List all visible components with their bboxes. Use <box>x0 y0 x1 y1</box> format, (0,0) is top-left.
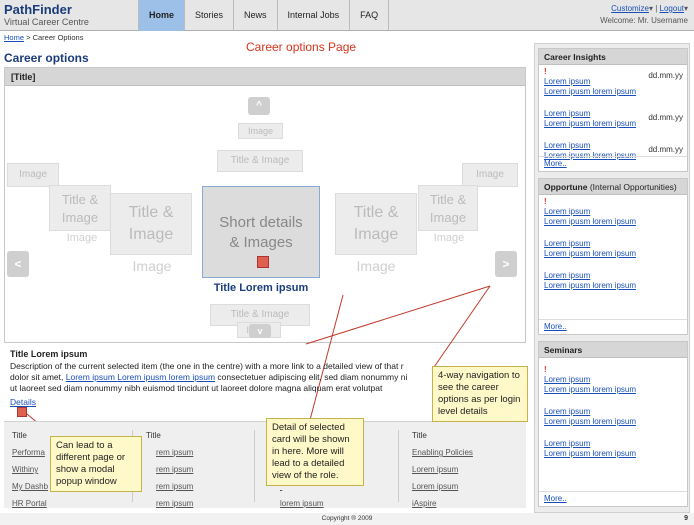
more-link[interactable]: More.. <box>544 159 567 168</box>
footer-link[interactable]: Enabling Policies <box>412 444 473 461</box>
footer-link[interactable]: Withiny <box>12 461 48 478</box>
list-item-subtitle[interactable]: Lorem ipusm lorem ipsum <box>544 385 682 395</box>
list-item[interactable]: Lorem ipsum Lorem ipusm lorem ipsum <box>539 437 687 461</box>
list-item-title[interactable]: Lorem ipsum <box>544 375 682 385</box>
description-line2a: dolor sit amet, <box>10 372 64 382</box>
footer-link[interactable]: HR Portal <box>12 495 48 512</box>
list-item-subtitle[interactable]: Lorem ipusm lorem ipsum <box>544 449 682 459</box>
footer-column-2: Title rem ipsum rem ipsum rem ipsum rem … <box>146 427 193 512</box>
widget-divider <box>539 319 687 320</box>
footer-divider <box>254 430 255 502</box>
callout-details-link: Can lead to a different page or show a m… <box>50 436 142 492</box>
footer-column-title: Title <box>146 431 161 440</box>
page-number: 9 <box>684 515 688 522</box>
right-sidebar: Career Insights ! Lorem ipsum Lorem ipusm… <box>534 43 690 513</box>
alert-icon: ! <box>544 197 547 206</box>
list-item-subtitle[interactable]: Lorem ipusm lorem ipsum <box>544 87 682 97</box>
more-link[interactable]: More.. <box>544 322 567 331</box>
footer-divider <box>398 430 399 502</box>
list-item-subtitle[interactable]: Lorem ipusm lorem ipsum <box>544 217 682 227</box>
callout-detail-card: Detail of selected card will be shown in… <box>266 418 364 486</box>
list-item-date: dd.mm.yy <box>648 71 683 80</box>
connector-nav-up <box>305 285 491 345</box>
alert-icon: ! <box>544 365 547 374</box>
list-item[interactable]: Lorem ipsum Lorem ipusm lorem ipsum <box>539 269 687 293</box>
list-item-date: dd.mm.yy <box>648 145 683 154</box>
footer-link[interactable]: rem ipsum <box>146 444 193 461</box>
list-item[interactable]: ! Lorem ipsum Lorem ipusm lorem ipsum <box>539 363 687 397</box>
list-item-subtitle[interactable]: Lorem ipusm lorem ipsum <box>544 417 682 427</box>
more-link[interactable]: More.. <box>544 494 567 503</box>
copyright-text: Copyright ® 2009 <box>321 515 373 522</box>
list-item-date: dd.mm.yy <box>648 113 683 122</box>
footer-link[interactable]: rem ipsum <box>146 478 193 495</box>
footer-link[interactable]: rem ipsum <box>146 495 193 512</box>
description-line2b: consectetuer adipiscing elit, sed diam n… <box>217 372 408 382</box>
list-item[interactable]: Lorem ipsum Lorem ipusm lorem ipsum dd.m… <box>539 107 687 131</box>
list-item-title[interactable]: Lorem ipsum <box>544 207 682 217</box>
list-item-title[interactable]: Lorem ipsum <box>544 407 682 417</box>
list-item-subtitle[interactable]: Lorem ipusm lorem ipsum <box>544 249 682 259</box>
widget-divider <box>539 491 687 492</box>
description-inline-link[interactable]: Lorem ipsum Lorem ipusm lorem ipsum <box>66 372 215 382</box>
list-item-title[interactable]: Lorem ipsum <box>544 439 682 449</box>
career-insights-widget: Career Insights ! Lorem ipsum Lorem ipusm… <box>538 48 688 172</box>
description-title: Title Lorem ipsum <box>10 349 88 359</box>
widget-divider <box>539 156 687 157</box>
footer-link[interactable]: My Dashb <box>12 478 48 495</box>
seminars-widget: Seminars ! Lorem ipsum Lorem ipusm lorem … <box>538 341 688 507</box>
list-item-title[interactable]: Lorem ipsum <box>544 239 682 249</box>
list-item-subtitle[interactable]: Lorem ipusm lorem ipsum <box>544 281 682 291</box>
list-item[interactable]: Lorem ipsum Lorem ipusm lorem ipsum <box>539 405 687 429</box>
footer-link[interactable]: Performa <box>12 444 48 461</box>
list-item[interactable]: ! Lorem ipsum Lorem ipusm lorem ipsum dd.… <box>539 65 687 99</box>
footer-link[interactable]: lorem ipsum <box>280 495 324 512</box>
widget-title: Seminars <box>539 342 687 358</box>
footer-link[interactable]: iAspire <box>412 495 473 512</box>
cursor-marker-icon <box>17 407 27 417</box>
footer-column-1: Title Performa Withiny My Dashb HR Porta… <box>12 427 48 512</box>
widget-title-sub: (Internal Opportunities) <box>589 182 677 192</box>
widget-title-main: Opportune <box>544 182 588 192</box>
copyright-bar: Copyright ® 2009 9 <box>0 513 694 525</box>
footer-link[interactable]: rem ipsum <box>146 461 193 478</box>
widget-title: Career Insights <box>539 49 687 65</box>
footer-link[interactable]: Lorem ipsum <box>412 478 473 495</box>
callout-navigation: 4-way navigation to see the career optio… <box>432 366 528 422</box>
alert-icon: ! <box>544 67 547 76</box>
widget-title: Opportune (Internal Opportunities) <box>539 179 687 195</box>
list-item[interactable]: ! Lorem ipsum Lorem ipusm lorem ipsum <box>539 195 687 229</box>
footer-column-title: Title <box>12 431 27 440</box>
opportune-widget: Opportune (Internal Opportunities) ! Lore… <box>538 178 688 335</box>
list-item[interactable]: Lorem ipsum Lorem ipusm lorem ipsum <box>539 237 687 261</box>
footer-column-title: Title <box>412 431 427 440</box>
details-link[interactable]: Details <box>10 397 36 407</box>
footer-link[interactable]: Lorem ipsum <box>412 461 473 478</box>
footer-column-4: Title Enabling Policies Lorem ipsum Lore… <box>412 427 473 512</box>
list-item-title[interactable]: Lorem ipsum <box>544 271 682 281</box>
